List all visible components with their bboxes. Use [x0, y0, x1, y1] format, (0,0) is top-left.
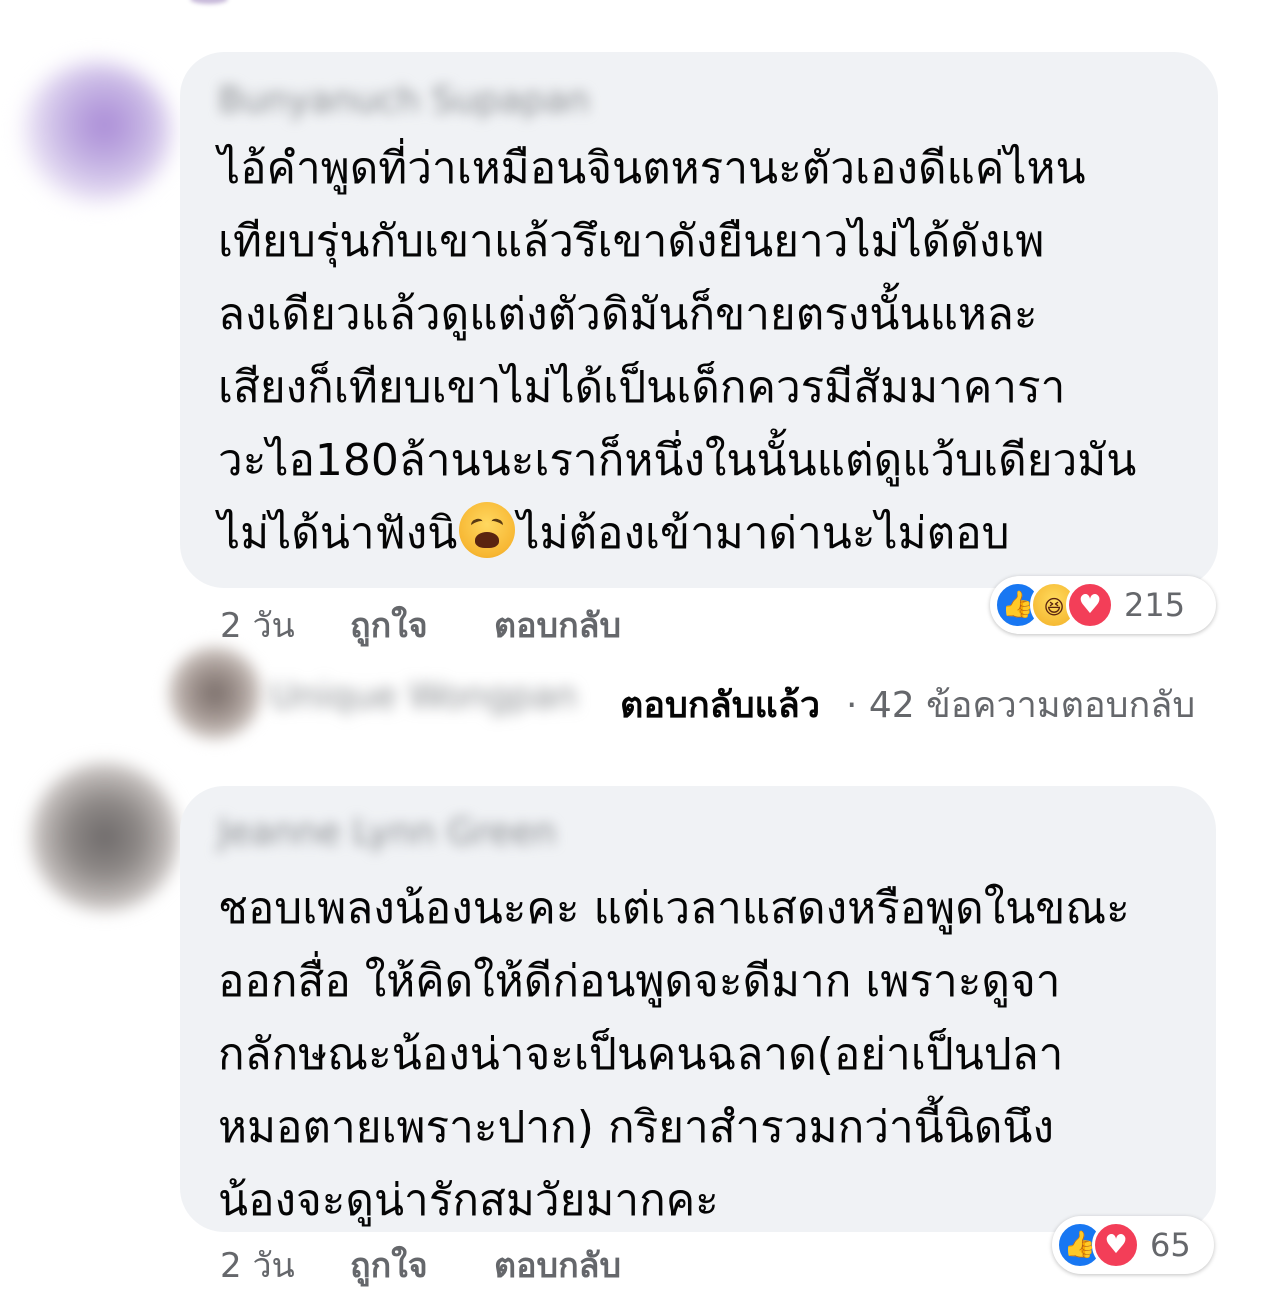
- comment-text: ไอ้คำพูดที่ว่าเหมือนจินตหรานะตัวเองดีแค่…: [218, 132, 1198, 570]
- comment-author-name[interactable]: Bunyanuch Supapan: [218, 80, 590, 121]
- replier-name: Unique Wongpan: [270, 676, 578, 717]
- reply-count: · 42 ข้อความตอบกลับ: [846, 685, 1196, 726]
- avatar[interactable]: [22, 62, 172, 202]
- avatar[interactable]: [30, 762, 180, 912]
- reactions-summary[interactable]: 👍 ♥ 65: [1052, 1216, 1214, 1274]
- love-reaction-icon: ♥: [1066, 581, 1114, 629]
- comment-bubble: Jeanne Lynn Green ชอบเพลงน้องนะคะ แต่เวล…: [180, 786, 1216, 1232]
- weary-face-emoji-icon: [459, 502, 516, 558]
- comment-text: ชอบเพลงน้องนะคะ แต่เวลาแสดงหรือพูดในขณะ …: [218, 883, 1130, 1226]
- like-button[interactable]: ถูกใจ: [350, 598, 428, 652]
- reaction-count: 215: [1124, 586, 1186, 624]
- comment-text-tail: ไม่ต้องเข้ามาด่านะไม่ตอบ: [517, 508, 1010, 559]
- comment-author-name[interactable]: Jeanne Lynn Green: [218, 812, 556, 853]
- replied-label: ตอบกลับแล้ว: [620, 685, 821, 726]
- previous-avatar-edge: [190, 0, 228, 4]
- reply-button[interactable]: ตอบกลับ: [494, 598, 621, 652]
- reaction-count: 65: [1150, 1226, 1191, 1264]
- comment-text-body: ไอ้คำพูดที่ว่าเหมือนจินตหรานะตัวเองดีแค่…: [218, 143, 1137, 559]
- reply-avatar[interactable]: [168, 646, 262, 740]
- reply-button[interactable]: ตอบกลับ: [494, 1238, 621, 1292]
- love-reaction-icon: ♥: [1092, 1221, 1140, 1269]
- comment-bubble: Bunyanuch Supapan ไอ้คำพูดที่ว่าเหมือนจิ…: [180, 52, 1218, 588]
- comment-timestamp[interactable]: 2 วัน: [220, 1238, 295, 1292]
- comment-timestamp[interactable]: 2 วัน: [220, 598, 295, 652]
- reactions-summary[interactable]: 👍 😆 ♥ 215: [990, 576, 1216, 634]
- like-button[interactable]: ถูกใจ: [350, 1238, 428, 1292]
